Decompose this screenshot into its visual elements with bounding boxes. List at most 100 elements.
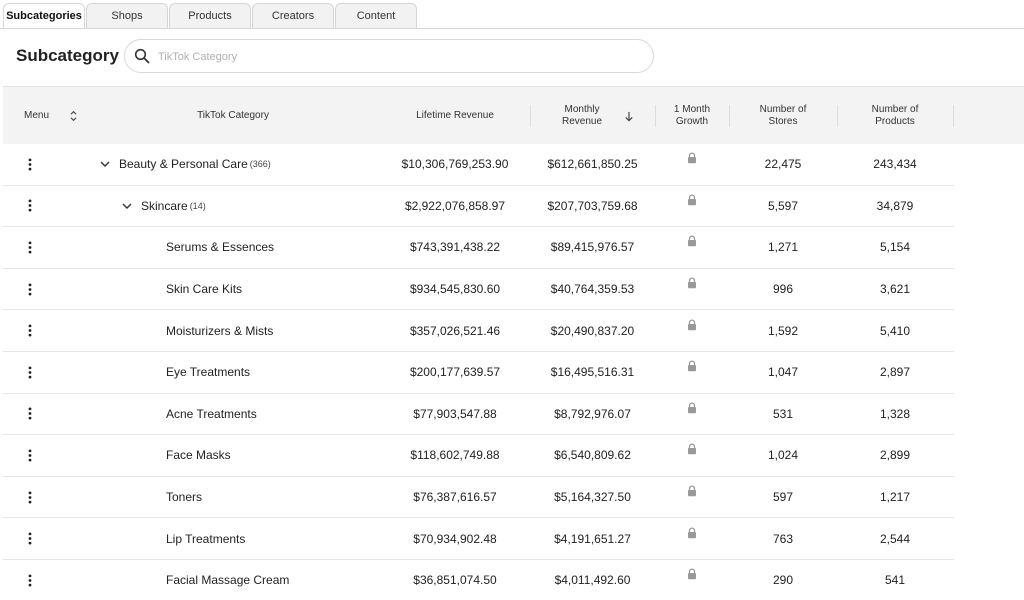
products-value: 5,410 — [879, 323, 911, 338]
table-row[interactable]: Serums & Essences $743,391,438.22 $89,41… — [3, 227, 954, 269]
table-row[interactable]: Acne Treatments $77,903,547.88 $8,792,97… — [3, 393, 954, 436]
column-header-growth[interactable]: 1 Month Growth — [655, 87, 729, 145]
search-input[interactable] — [158, 48, 638, 66]
kebab-menu-icon[interactable] — [23, 352, 37, 393]
column-header-category[interactable]: TikTok Category — [133, 87, 333, 145]
stores-value: 5,597 — [767, 198, 799, 213]
table-row[interactable]: Moisturizers & Mists $357,026,521.46 $20… — [3, 310, 954, 352]
table-row[interactable]: Facial Massage Cream $36,851,074.50 $4,0… — [3, 559, 954, 600]
lifetime-revenue-value: $10,306,769,253.90 — [401, 157, 509, 172]
monthly-revenue-value: $4,011,492.60 — [554, 573, 631, 588]
category-name[interactable]: Lip Treatments — [166, 532, 245, 546]
kebab-menu-icon[interactable] — [23, 477, 37, 518]
kebab-menu-icon[interactable] — [23, 227, 37, 268]
table-row[interactable]: Beauty & Personal Care (366) $10,306,769… — [3, 144, 954, 186]
kebab-menu-icon[interactable] — [23, 269, 37, 310]
kebab-menu-icon[interactable] — [23, 186, 37, 227]
category-name[interactable]: Serums & Essences — [166, 240, 274, 254]
kebab-menu-icon[interactable] — [23, 560, 37, 600]
stores-cell: 5,597 — [729, 186, 837, 227]
kebab-menu-icon[interactable] — [23, 518, 37, 559]
category-name[interactable]: Skin Care Kits — [166, 282, 242, 296]
monthly-revenue-cell: $89,415,976.57 — [530, 227, 655, 268]
stores-value: 1,592 — [767, 323, 799, 338]
growth-line2: Growth — [675, 116, 709, 127]
category-name[interactable]: Facial Massage Cream — [166, 573, 289, 587]
monthly-revenue-value: $89,415,976.57 — [550, 240, 635, 255]
lock-icon[interactable] — [686, 360, 698, 372]
products-line1: Number of — [871, 104, 919, 115]
column-header-category-label: TikTok Category — [197, 110, 269, 121]
growth-cell — [655, 477, 729, 518]
category-name[interactable]: Acne Treatments — [166, 407, 257, 421]
kebab-menu-icon[interactable] — [23, 310, 37, 351]
category-name[interactable]: Toners — [166, 490, 202, 504]
column-header-lifetime-revenue-label: Lifetime Revenue — [416, 110, 494, 121]
arrow-down-icon[interactable] — [624, 111, 634, 122]
lock-icon[interactable] — [686, 568, 698, 580]
stores-cell: 22,475 — [729, 144, 837, 185]
stores-cell: 1,271 — [729, 227, 837, 268]
column-header-menu[interactable]: Menu — [24, 87, 84, 145]
lifetime-revenue-cell: $934,545,830.60 — [380, 269, 530, 310]
column-header-lifetime-revenue[interactable]: Lifetime Revenue — [380, 87, 530, 145]
subcategory-count: (366) — [249, 159, 271, 170]
lock-icon[interactable] — [686, 527, 698, 539]
sort-icon[interactable] — [69, 110, 78, 122]
table-row[interactable]: Eye Treatments $200,177,639.57 $16,495,5… — [3, 351, 954, 394]
lifetime-revenue-cell: $118,602,749.88 — [380, 435, 530, 476]
stores-line2: Stores — [768, 116, 798, 127]
monthly-revenue-cell: $8,792,976.07 — [530, 394, 655, 435]
stores-value: 597 — [772, 490, 794, 505]
growth-cell — [655, 352, 729, 393]
kebab-menu-icon[interactable] — [23, 394, 37, 435]
category-name[interactable]: Beauty & Personal Care — [119, 157, 248, 171]
chevron-down-icon[interactable] — [99, 158, 111, 170]
category-name[interactable]: Moisturizers & Mists — [166, 324, 273, 338]
column-header-monthly-revenue-label: Monthly Revenue — [562, 104, 602, 128]
lifetime-revenue-cell: $36,851,074.50 — [380, 560, 530, 600]
column-header-stores-label: Number of Stores — [760, 104, 807, 128]
tab-subcategories[interactable]: Subcategories — [3, 3, 85, 28]
stores-cell: 1,047 — [729, 352, 837, 393]
category-name[interactable]: Face Masks — [166, 448, 231, 462]
table-row[interactable]: Skincare (14) $2,922,076,858.97 $207,703… — [3, 185, 954, 228]
table-row[interactable]: Face Masks $118,602,749.88 $6,540,809.62… — [3, 435, 954, 477]
monthly-revenue-value: $20,490,837.20 — [550, 323, 635, 338]
lock-icon[interactable] — [686, 319, 698, 331]
products-value: 2,899 — [879, 448, 911, 463]
lock-icon[interactable] — [686, 277, 698, 289]
tab-content[interactable]: Content — [335, 3, 417, 28]
table-body: Beauty & Personal Care (366) $10,306,769… — [3, 144, 1024, 600]
category-name[interactable]: Eye Treatments — [166, 365, 250, 379]
lock-icon[interactable] — [686, 194, 698, 206]
lock-icon[interactable] — [686, 152, 698, 164]
column-header-monthly-revenue[interactable]: Monthly Revenue — [543, 87, 653, 145]
kebab-menu-icon[interactable] — [23, 144, 37, 185]
category-cell: Acne Treatments — [166, 394, 257, 435]
stores-cell: 996 — [729, 269, 837, 310]
tab-shops[interactable]: Shops — [86, 3, 168, 28]
table-row[interactable]: Toners $76,387,616.57 $5,164,327.50 597 … — [3, 476, 954, 519]
tab-products[interactable]: Products — [169, 3, 251, 28]
growth-cell — [655, 518, 729, 559]
stores-cell: 763 — [729, 518, 837, 559]
search-box[interactable] — [124, 39, 654, 73]
tab-creators[interactable]: Creators — [252, 3, 334, 28]
products-cell: 5,154 — [837, 227, 953, 268]
lock-icon[interactable] — [686, 235, 698, 247]
chevron-down-icon[interactable] — [121, 200, 133, 212]
table-row[interactable]: Skin Care Kits $934,545,830.60 $40,764,3… — [3, 268, 954, 311]
lifetime-revenue-cell: $200,177,639.57 — [380, 352, 530, 393]
column-header-stores[interactable]: Number of Stores — [729, 87, 837, 145]
lock-icon[interactable] — [686, 443, 698, 455]
kebab-menu-icon[interactable] — [23, 435, 37, 476]
lifetime-revenue-cell: $77,903,547.88 — [380, 394, 530, 435]
page-title: Subcategory — [16, 46, 119, 65]
products-cell: 243,434 — [837, 144, 953, 185]
category-name[interactable]: Skincare — [141, 199, 188, 213]
lock-icon[interactable] — [686, 402, 698, 414]
table-row[interactable]: Lip Treatments $70,934,902.48 $4,191,651… — [3, 518, 954, 560]
column-header-products[interactable]: Number of Products — [837, 87, 953, 145]
lock-icon[interactable] — [686, 485, 698, 497]
